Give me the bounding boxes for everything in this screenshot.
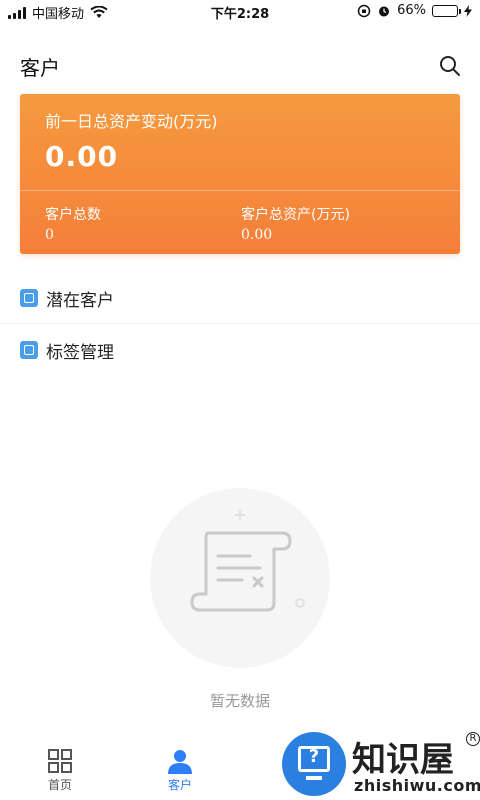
tab-label: 首页 [47,778,72,792]
charging-icon [464,4,472,17]
tab-label: 客户 [167,778,192,792]
menu-item-label: 潜在客户 [46,290,114,311]
monitor-stand [306,776,322,780]
customer-assets-stat: 客户总资产(万元) 0.00 [241,204,350,243]
battery-icon [432,4,461,17]
watermark-logo-icon: ? [282,732,346,796]
page-header: 客户 [0,44,480,88]
person-icon [168,750,192,774]
watermark-domain: zhishiwu.com [354,776,480,795]
tab-home[interactable]: 首页 [20,748,100,793]
card-divider [20,190,460,191]
asset-change-value: 0.00 [45,140,119,173]
grid-icon [48,749,72,773]
customer-count-value: 0 [45,227,54,243]
watermark-symbol: ? [308,746,320,767]
customer-assets-label: 客户总资产(万元) [241,207,350,223]
potential-customer-icon [20,289,38,307]
orientation-lock-icon [357,4,371,17]
tag-management-icon [20,341,38,359]
tab-customers[interactable]: 客户 [140,748,220,793]
asset-summary-card[interactable]: 前一日总资产变动(万元) 0.00 客户总数 0 客户总资产(万元) 0.00 [20,94,460,254]
empty-state-illustration [150,488,330,668]
menu-item-tag-management[interactable]: 标签管理 [0,324,480,376]
app-screen: 中国移动 下午2:28 66% 客户 前一日总资产变动(万元) 0.00 客户总… [0,0,480,800]
asset-change-label: 前一日总资产变动(万元) [45,112,218,131]
site-watermark: ? 知识屋 R zhishiwu.com [282,730,480,800]
search-icon[interactable] [438,54,462,78]
status-bar: 中国移动 下午2:28 66% [0,0,480,24]
status-right: 66% [357,3,472,18]
empty-scroll-icon [190,510,305,612]
customer-count-stat: 客户总数 0 [45,204,101,243]
battery-percent: 66% [397,3,426,18]
customer-count-label: 客户总数 [45,207,101,223]
menu-item-potential-customers[interactable]: 潜在客户 [0,272,480,324]
customer-assets-value: 0.00 [241,227,273,243]
menu-item-label: 标签管理 [46,342,114,363]
watermark-name: 知识屋 [352,740,454,780]
page-title: 客户 [20,56,60,80]
empty-state-text: 暂无数据 [209,692,270,710]
alarm-icon [379,6,390,16]
registered-mark: R [466,732,480,746]
